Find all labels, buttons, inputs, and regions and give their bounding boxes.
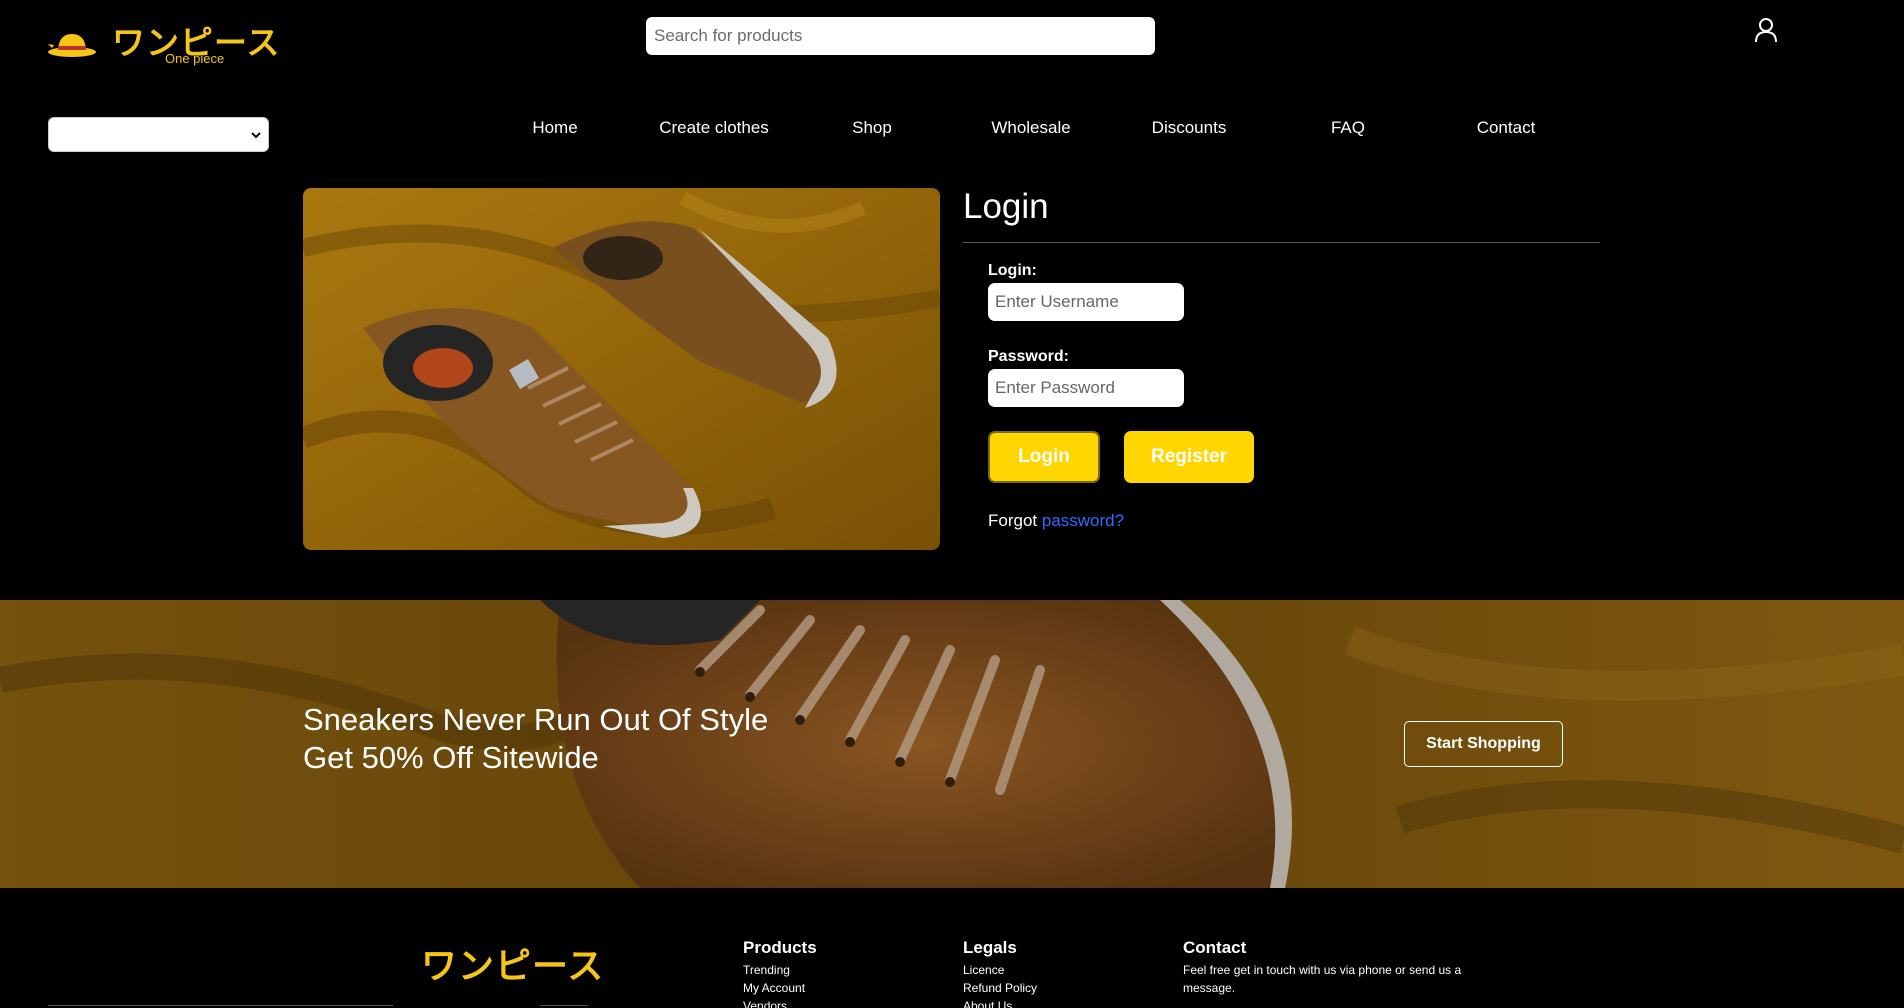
main-nav: Home Create clothes Shop Wholesale Disco… bbox=[0, 118, 1904, 138]
straw-hat-logo-icon bbox=[48, 34, 96, 57]
forgot-text: Forgot bbox=[988, 511, 1038, 530]
site-logo[interactable]: ワンピース One piece bbox=[46, 14, 286, 70]
nav-item-discounts[interactable]: Discounts bbox=[1104, 118, 1274, 138]
nav-item-wholesale[interactable]: Wholesale bbox=[946, 118, 1116, 138]
password-field[interactable] bbox=[988, 369, 1184, 407]
footer-link-about-us[interactable]: About Us bbox=[963, 997, 1037, 1008]
username-label: Login: bbox=[988, 262, 1037, 279]
footer-contact-text: Feel free get in touch with us via phone… bbox=[1183, 963, 1462, 995]
footer-divider bbox=[48, 1005, 393, 1006]
nav-item-faq[interactable]: FAQ bbox=[1263, 118, 1433, 138]
footer-link-trending[interactable]: Trending bbox=[743, 961, 817, 979]
divider bbox=[963, 242, 1600, 243]
footer-legals: Legals Licence Refund Policy About Us bbox=[963, 938, 1037, 1008]
sneaker-photo-illustration bbox=[303, 188, 940, 550]
footer-products: Products Trending My Account Vendors bbox=[743, 938, 817, 1008]
nav-item-home[interactable]: Home bbox=[470, 118, 640, 138]
promo-background-illustration bbox=[0, 600, 1904, 888]
start-shopping-button[interactable]: Start Shopping bbox=[1404, 721, 1563, 767]
footer-contact-heading: Contact bbox=[1183, 938, 1247, 957]
footer-link-licence[interactable]: Licence bbox=[963, 961, 1037, 979]
password-label: Password: bbox=[988, 348, 1069, 365]
footer-divider bbox=[540, 1005, 588, 1006]
promo-banner bbox=[0, 600, 1904, 888]
user-icon[interactable] bbox=[1753, 16, 1779, 44]
forgot-password-link[interactable]: password? bbox=[1042, 511, 1124, 530]
promo-subheadline: Get 50% Off Sitewide bbox=[303, 740, 599, 775]
footer-contact: Contact Feel free get in touch with us v… bbox=[1183, 938, 1483, 997]
nav-item-contact[interactable]: Contact bbox=[1421, 118, 1591, 138]
footer-logo[interactable]: ワンピース bbox=[421, 937, 604, 989]
nav-item-create-clothes[interactable]: Create clothes bbox=[629, 118, 799, 138]
footer-products-heading: Products bbox=[743, 938, 817, 957]
footer-link-my-account[interactable]: My Account bbox=[743, 979, 817, 997]
login-button[interactable]: Login bbox=[988, 431, 1100, 483]
username-field[interactable] bbox=[988, 283, 1184, 321]
forgot-password: Forgot password? bbox=[988, 511, 1124, 531]
promo-headline: Sneakers Never Run Out Of Style bbox=[303, 702, 769, 737]
footer-legals-heading: Legals bbox=[963, 938, 1017, 957]
search-input[interactable] bbox=[646, 17, 1155, 55]
footer-link-refund-policy[interactable]: Refund Policy bbox=[963, 979, 1037, 997]
sneaker-photo bbox=[303, 188, 940, 550]
footer-link-vendors[interactable]: Vendors bbox=[743, 997, 817, 1008]
logo-subtitle: One piece bbox=[165, 51, 225, 66]
login-title: Login bbox=[963, 187, 1049, 226]
register-button[interactable]: Register bbox=[1124, 431, 1254, 483]
nav-item-shop[interactable]: Shop bbox=[787, 118, 957, 138]
